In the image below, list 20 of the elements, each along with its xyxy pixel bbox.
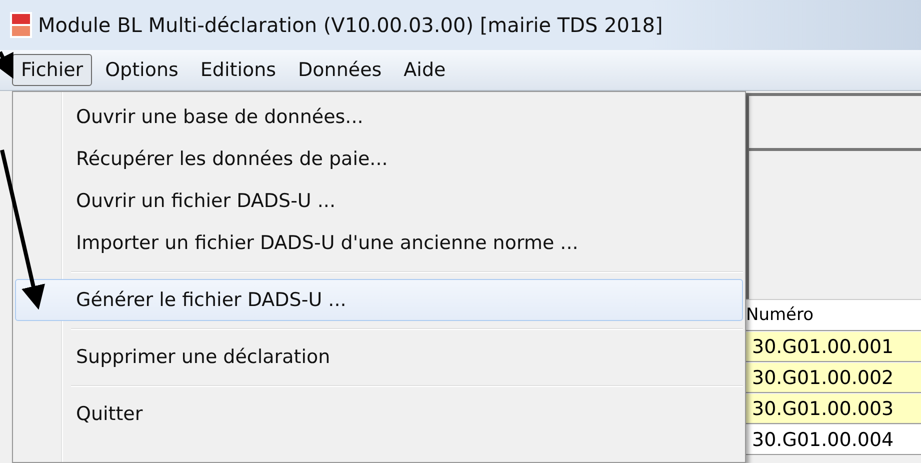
table-cell: 30.G01.00.002 <box>746 363 921 393</box>
menu-item[interactable]: Supprimer une déclaration <box>15 336 743 378</box>
menu-item[interactable]: Récupérer les données de paie... <box>15 138 743 180</box>
menu-title[interactable]: Fichier <box>12 54 92 86</box>
table-cell: 30.G01.00.003 <box>746 394 921 424</box>
table-cell: 30.G01.00.004 <box>746 425 921 455</box>
menu-item[interactable]: Quitter <box>15 393 743 435</box>
menu-item[interactable]: Ouvrir une base de données... <box>15 96 743 138</box>
window-title: Module BL Multi-déclaration (V10.00.03.00) [mairie TDS 2018] <box>38 13 663 37</box>
menu-item[interactable]: Générer le fichier DADS-U ... <box>15 279 743 321</box>
column-header[interactable]: Numéro <box>746 299 921 331</box>
menu-title[interactable]: Options <box>96 54 188 86</box>
menu-title[interactable]: Aide <box>394 54 455 86</box>
app-logo-icon <box>10 12 32 38</box>
menu-title[interactable]: Données <box>289 54 391 86</box>
menu-title[interactable]: Editions <box>191 54 286 86</box>
annotation-arrow <box>0 51 14 79</box>
menu-item[interactable]: Ouvrir un fichier DADS-U ... <box>15 180 743 222</box>
table-cell: 30.G01.00.001 <box>746 332 921 362</box>
menu-item[interactable]: Importer un fichier DADS-U d'une ancienne norme ... <box>15 222 743 264</box>
